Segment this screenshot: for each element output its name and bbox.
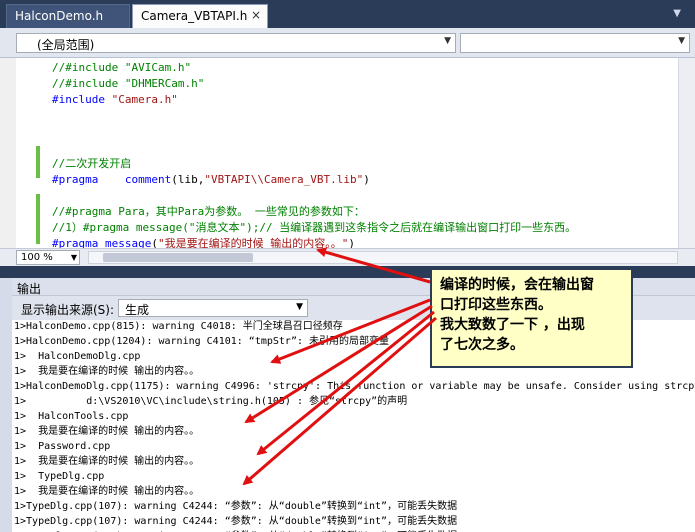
chevron-down-icon: ▼ (296, 302, 303, 312)
chevron-down-icon: ▼ (444, 36, 451, 46)
code-line: //#pragma Para，其中Para为参数。 一些常见的参数如下： (52, 204, 576, 220)
chevron-down-icon: ▼ (70, 253, 77, 262)
output-line: 1> 我是要在编译的时候 输出的内容。。 (14, 486, 200, 497)
code-token: "Camera.h" (111, 93, 178, 106)
tab-list-dropdown-icon[interactable]: ▼ (673, 8, 681, 19)
close-icon[interactable]: × (251, 8, 261, 22)
code-token: #include (52, 93, 112, 106)
tab-label: Camera_VBTAPI.h (141, 9, 248, 23)
code-token: //#include "AVICam.h" (52, 61, 192, 74)
code-token: //1）#pragma message("消息文本");// 当编译器遇到这条指… (52, 221, 577, 234)
tab-camera-vbtapi-h[interactable]: Camera_VBTAPI.h × (132, 4, 268, 28)
member-dropdown[interactable]: ▼ (460, 33, 690, 53)
code-token: #pragma (52, 173, 99, 186)
callout-line: 口打印这些东西。 (440, 297, 552, 313)
tab-halcondemo-h[interactable]: HalconDemo.h (6, 4, 130, 28)
chevron-down-icon: ▼ (678, 36, 685, 46)
scope-dropdown[interactable]: (全局范围) ▼ (16, 33, 456, 53)
code-token: //#include "DHMERCam.h" (52, 77, 205, 90)
output-line: 1> TypeDlg.cpp (14, 471, 105, 482)
code-line: #include "Camera.h" (52, 92, 576, 108)
editor-margin (0, 58, 16, 248)
code-token: //二次开发开启 (52, 157, 132, 170)
scrollbar-thumb[interactable] (103, 253, 253, 262)
code-line: //1）#pragma message("消息文本");// 当编译器遇到这条指… (52, 220, 576, 236)
output-line: 1> d:\VS2010\VC\include\string.h(105) : … (14, 396, 408, 407)
tab-label: HalconDemo.h (15, 9, 104, 23)
code-token: (lib, (171, 173, 205, 186)
navigation-bar: (全局范围) ▼ ▼ (0, 28, 695, 58)
output-line: 1> HalconTools.cpp (14, 411, 129, 422)
output-line: 1> Password.cpp (14, 441, 111, 452)
horizontal-scrollbar[interactable] (88, 251, 678, 264)
editor-bottom-bar: 100 % ▼ (0, 248, 695, 266)
code-token: comment (98, 173, 172, 186)
output-line: 1> 我是要在编译的时候 输出的内容。。 (14, 456, 200, 467)
callout-line: 编译的时候，会在输出窗 (440, 277, 594, 293)
zoom-dropdown[interactable]: 100 % ▼ (16, 250, 80, 265)
output-line: 1>TypeDlg.cpp(107): warning C4244: “参数”:… (14, 516, 458, 527)
output-source-dropdown[interactable]: 生成 ▼ (118, 299, 308, 317)
source-label: 显示输出来源(S): (21, 303, 115, 317)
code-token: "VBTAPI\\Camera_VBT.lib" (204, 173, 364, 186)
zoom-value: 100 % (21, 252, 53, 263)
output-title-text: 输出 (17, 282, 42, 296)
change-indicator-bar (36, 194, 40, 244)
change-indicator-bar (36, 146, 40, 178)
code-token: ) (363, 173, 370, 186)
output-line: 1>HalconDemoDlg.cpp(1175): warning C4996… (14, 381, 695, 392)
code-line: //#include "AVICam.h" (52, 60, 576, 76)
annotation-callout: 编译的时候，会在输出窗 口打印这些东西。 我大致数了一下 ，出现 了七次之多。 (430, 268, 633, 368)
code-line: //#include "DHMERCam.h" (52, 76, 576, 92)
output-line: 1> 我是要在编译的时候 输出的内容。。 (14, 426, 200, 437)
code-line: #pragma comment(lib,"VBTAPI\\Camera_VBT.… (52, 172, 576, 188)
callout-line: 我大致数了一下 ，出现 (440, 317, 585, 333)
code-editor[interactable]: //#include "AVICam.h" //#include "DHMERCa… (0, 58, 695, 250)
scope-value: (全局范围) (37, 38, 95, 52)
callout-line: 了七次之多。 (440, 337, 524, 353)
vertical-scrollbar[interactable] (678, 58, 695, 248)
code-lines: //#include "AVICam.h" //#include "DHMERCa… (52, 60, 576, 252)
code-token: //#pragma Para，其中Para为参数。 一些常见的参数如下： (52, 205, 365, 218)
document-tab-strip: HalconDemo.h Camera_VBTAPI.h × ▼ (0, 0, 695, 28)
source-value: 生成 (125, 303, 150, 317)
output-line: 1>TypeDlg.cpp(107): warning C4244: “参数”:… (14, 501, 458, 512)
code-line: //二次开发开启 (52, 156, 576, 172)
